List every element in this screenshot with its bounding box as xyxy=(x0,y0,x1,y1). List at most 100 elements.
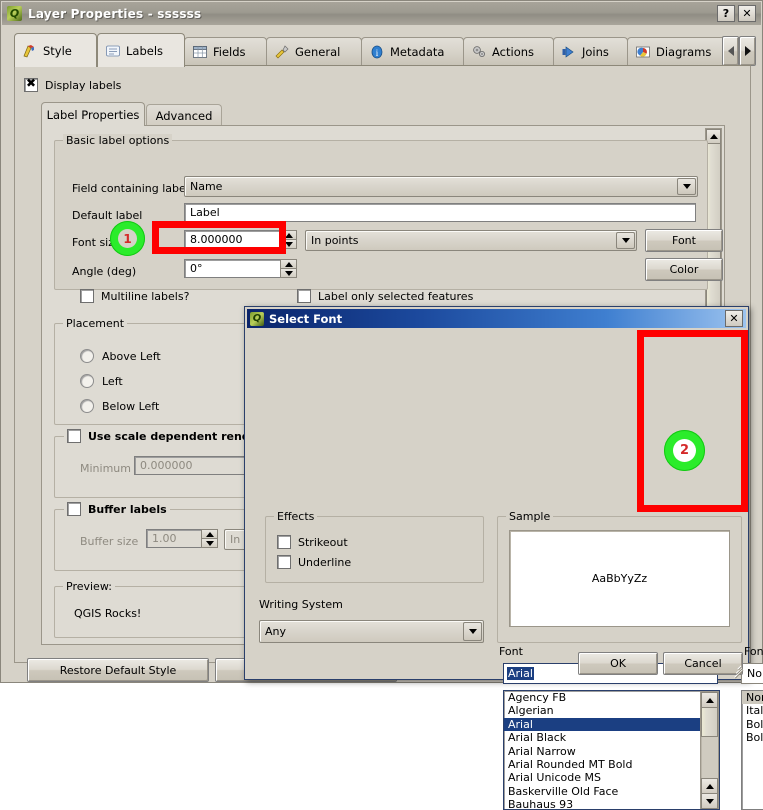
radio-left[interactable]: Left xyxy=(80,374,123,388)
fields-icon xyxy=(192,45,208,59)
restore-default-style-button[interactable]: Restore Default Style xyxy=(27,658,209,682)
font-style-listbox[interactable]: Normal Italic Bold Bold Italic xyxy=(741,690,763,810)
tab-labels[interactable]: Labels xyxy=(97,33,185,67)
buffer-labels-label: Buffer labels xyxy=(88,503,167,516)
scrollbar-thumb[interactable] xyxy=(701,707,718,737)
tab-fields[interactable]: Fields xyxy=(184,37,267,65)
stepper-down-icon[interactable] xyxy=(201,538,218,548)
scroll-up-button-2[interactable] xyxy=(701,778,718,794)
underline-checkbox[interactable]: Underline xyxy=(277,555,351,569)
qgis-logo-icon: Q xyxy=(7,6,22,21)
triangle-up-icon xyxy=(710,134,718,139)
scroll-up-button[interactable] xyxy=(701,692,718,708)
tab-scroll-left-button[interactable] xyxy=(722,36,739,66)
combo-value: Name xyxy=(185,180,676,193)
tab-metadata[interactable]: i Metadata xyxy=(361,37,464,65)
radio-above-left[interactable]: Above Left xyxy=(80,349,161,363)
checkbox-icon xyxy=(297,289,311,303)
tab-joins[interactable]: Joins xyxy=(553,37,628,65)
cancel-button[interactable]: Cancel xyxy=(663,652,743,675)
list-item[interactable]: Normal xyxy=(742,691,763,704)
window-titlebar[interactable]: Q Layer Properties - ssssss ? ✕ xyxy=(2,2,761,25)
tab-style[interactable]: Style xyxy=(14,33,97,67)
main-tabstrip: Style Labels Fields xyxy=(14,33,751,66)
list-item[interactable]: Bold xyxy=(742,718,763,731)
list-item[interactable]: Arial Unicode MS xyxy=(504,771,719,784)
joins-icon xyxy=(561,45,577,59)
font-size-units-combo[interactable]: In points xyxy=(305,230,637,251)
font-button[interactable]: Font xyxy=(645,229,723,252)
list-item[interactable]: Bold Italic xyxy=(742,731,763,744)
color-button[interactable]: Color xyxy=(645,258,723,281)
font-name-value: Arial xyxy=(507,667,534,680)
list-item[interactable]: Arial Black xyxy=(504,731,719,744)
label-only-selected-checkbox[interactable]: Label only selected features xyxy=(297,289,473,303)
tab-label-properties[interactable]: Label Properties xyxy=(41,102,145,126)
resize-grip[interactable] xyxy=(732,663,745,676)
multiline-labels-checkbox[interactable]: Multiline labels? xyxy=(80,289,189,303)
list-item[interactable]: Arial Rounded MT Bold xyxy=(504,758,719,771)
angle-stepper[interactable] xyxy=(281,259,297,278)
buffer-size-value[interactable]: 1.00 xyxy=(146,529,202,548)
radio-icon xyxy=(80,349,94,363)
list-item[interactable]: Algerian xyxy=(504,704,719,717)
tab-advanced[interactable]: Advanced xyxy=(146,104,222,126)
minimum-label: Minimum xyxy=(80,462,131,475)
stepper-down-icon[interactable] xyxy=(280,268,297,278)
group-title: Sample xyxy=(506,510,553,523)
font-style-label: Font style xyxy=(744,645,763,658)
scroll-up-button[interactable] xyxy=(706,129,721,144)
strikeout-checkbox[interactable]: Strikeout xyxy=(277,535,348,549)
font-dialog-title: Select Font xyxy=(269,312,342,326)
combo-value: In points xyxy=(306,234,615,247)
ok-button[interactable]: OK xyxy=(578,652,658,675)
list-item[interactable]: Baskerville Old Face xyxy=(504,785,719,798)
default-label-label: Default label xyxy=(72,209,142,222)
angle-value[interactable]: 0° xyxy=(184,259,281,278)
angle-spinbox[interactable]: 0° xyxy=(184,259,297,278)
field-containing-label-label: Field containing label xyxy=(72,182,189,195)
tab-general[interactable]: General xyxy=(266,37,362,65)
style-icon xyxy=(22,44,38,58)
label-only-selected-label: Label only selected features xyxy=(318,290,473,303)
chevron-left-icon xyxy=(728,46,734,56)
display-labels-checkbox[interactable]: Display labels xyxy=(24,78,121,92)
group-title: Preview: xyxy=(63,580,115,593)
font-listbox-scrollbar[interactable] xyxy=(700,691,719,809)
field-containing-label-combo[interactable]: Name xyxy=(184,176,698,197)
list-item[interactable]: Agency FB xyxy=(504,691,719,704)
buffer-labels-checkbox[interactable]: Buffer labels xyxy=(64,502,170,516)
close-icon[interactable]: ✕ xyxy=(725,310,743,327)
tab-label: Advanced xyxy=(156,109,213,123)
tab-actions[interactable]: Actions xyxy=(463,37,554,65)
tab-label: Label Properties xyxy=(47,108,140,122)
help-button[interactable]: ? xyxy=(717,5,735,22)
radio-below-left[interactable]: Below Left xyxy=(80,399,159,413)
tab-diagrams[interactable]: Diagrams xyxy=(627,37,727,65)
font-dialog-titlebar[interactable]: Q Select Font ✕ xyxy=(247,309,746,328)
effects-group: Effects xyxy=(265,516,484,583)
chevron-down-icon[interactable] xyxy=(463,622,482,641)
list-item[interactable]: Italic xyxy=(742,704,763,717)
font-listbox[interactable]: Agency FB Algerian Arial Arial Black Ari… xyxy=(503,690,720,810)
scroll-down-button[interactable] xyxy=(701,793,718,809)
chevron-down-icon[interactable] xyxy=(616,232,635,249)
font-label: Font xyxy=(499,645,523,658)
highlight-box-size xyxy=(637,330,748,512)
group-title: Placement xyxy=(63,317,127,330)
general-icon xyxy=(274,45,290,59)
angle-label: Angle (deg) xyxy=(72,265,136,278)
tab-label: Metadata xyxy=(390,45,444,59)
list-item[interactable]: Bauhaus 93 xyxy=(504,798,719,810)
callout-1-number: 1 xyxy=(118,229,137,248)
chevron-down-icon[interactable] xyxy=(677,178,696,195)
close-button[interactable]: ✕ xyxy=(738,5,756,22)
list-item[interactable]: Arial Narrow xyxy=(504,745,719,758)
default-label-input[interactable]: Label xyxy=(184,203,696,222)
buffer-size-stepper[interactable] xyxy=(202,529,218,548)
writing-system-combo[interactable]: Any xyxy=(259,620,484,643)
buffer-size-spinbox[interactable]: 1.00 xyxy=(146,529,218,548)
list-item[interactable]: Arial xyxy=(504,718,719,731)
radio-icon xyxy=(80,374,94,388)
tab-scroll-right-button[interactable] xyxy=(739,36,756,66)
